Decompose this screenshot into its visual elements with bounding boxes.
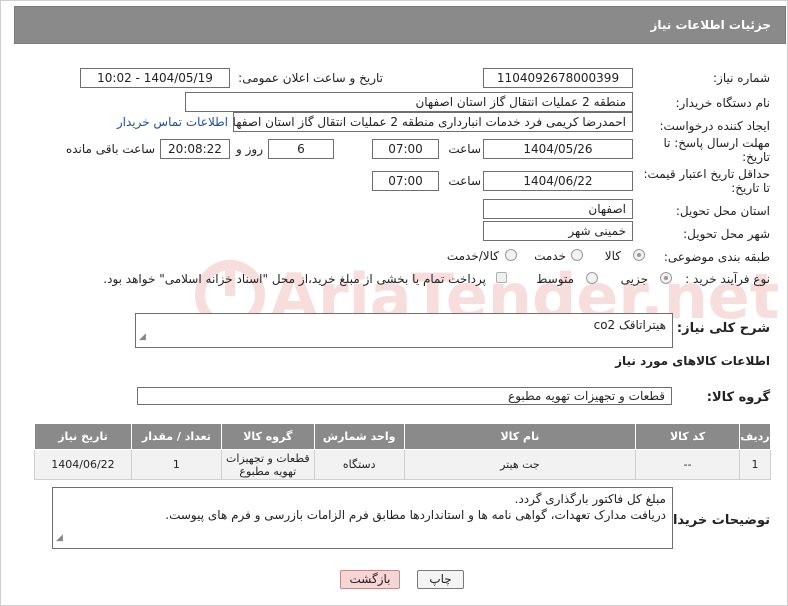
category-radio-service[interactable]: [571, 249, 583, 261]
deadline-label-2: تاریخ:: [742, 150, 770, 164]
cell-item-name: جت هیتر: [403, 449, 637, 480]
goods-table-header: ردیف کد کالا نام کالا واحد شمارش گروه کا…: [34, 423, 771, 450]
goods-table: ردیف کد کالا نام کالا واحد شمارش گروه کا…: [34, 423, 771, 480]
deadline-label-1: مهلت ارسال پاسخ: تا: [663, 136, 770, 150]
validity-label-1: حداقل تاریخ اعتبار قیمت:: [643, 167, 770, 181]
process-radio-minor[interactable]: [660, 272, 672, 284]
description-text: هیتراتاقک co2: [593, 318, 666, 332]
city-field[interactable]: خمینی شهر: [483, 221, 633, 241]
deadline-date-field[interactable]: 1404/05/26: [483, 139, 633, 159]
description-textarea[interactable]: هیتراتاقک co2 ◢: [135, 313, 673, 348]
province-field[interactable]: اصفهان: [483, 199, 633, 219]
buyer-notes-label: توضیحات خریدار:: [660, 513, 770, 528]
process-type-label: نوع فرآیند خرید :: [685, 272, 770, 286]
validity-date-field[interactable]: 1404/06/22: [483, 171, 633, 191]
description-label: شرح کلی نیاز:: [676, 321, 770, 336]
buyer-org-label: نام دستگاه خریدار:: [675, 96, 771, 110]
table-row: 1 -- جت هیتر دستگاه قطعات و تجهیزات تهوی…: [34, 449, 771, 480]
need-number-field[interactable]: 1104092678000399: [483, 68, 633, 88]
validity-time-label: ساعت: [448, 174, 481, 188]
buyer-org-field[interactable]: منطقه 2 عملیات انتقال گاز استان اصفهان: [185, 92, 633, 112]
resize-handle-icon[interactable]: ◢: [56, 530, 63, 546]
category-option-goods: کالا: [604, 249, 621, 263]
cell-need-date: 1404/06/22: [34, 449, 132, 480]
page-title: جزئیات اطلاعات نیاز: [650, 18, 771, 32]
col-item-name: نام کالا: [403, 423, 637, 450]
creator-label: ایجاد کننده درخواست:: [659, 119, 770, 133]
days-remaining-field[interactable]: 6: [268, 139, 334, 159]
page-header: جزئیات اطلاعات نیاز: [14, 6, 786, 44]
contact-info-link[interactable]: اطلاعات تماس خریدار: [117, 115, 228, 129]
back-button[interactable]: بازگشت: [340, 570, 400, 589]
buyer-notes-line-2: دریافت مدارک تعهدات، گواهی نامه ها و است…: [165, 508, 666, 522]
treasury-payment-note: پرداخت تمام یا بخشی از مبلغ خرید،از محل …: [103, 272, 486, 286]
validity-label-2: تا تاریخ:: [731, 181, 770, 195]
category-radio-goods[interactable]: [633, 249, 645, 261]
city-label: شهر محل تحویل:: [683, 227, 770, 241]
process-radio-medium[interactable]: [586, 272, 598, 284]
cell-group: قطعات و تجهیزات تهویه مطبوع: [220, 449, 315, 480]
col-unit: واحد شمارش: [313, 423, 405, 450]
validity-time-field[interactable]: 07:00: [372, 171, 439, 191]
resize-handle-icon[interactable]: ◢: [139, 329, 146, 345]
treasury-payment-checkbox[interactable]: [496, 272, 507, 283]
category-label: طبقه بندی موضوعی:: [663, 250, 770, 264]
announce-date-field[interactable]: 1404/05/19 - 10:02: [80, 68, 230, 88]
col-group: گروه کالا: [220, 423, 315, 450]
days-label: روز و: [236, 142, 263, 156]
creator-field[interactable]: احمدرضا کریمی فرد خدمات انبارداری منطقه …: [233, 112, 633, 132]
category-option-goods-service: کالا/خدمت: [446, 249, 499, 263]
category-option-service: خدمت: [534, 249, 566, 263]
col-quantity: تعداد / مقدار: [130, 423, 222, 450]
buyer-notes-textarea[interactable]: مبلغ کل فاکتور بارگذاری گردد. دریافت مدا…: [52, 487, 673, 549]
time-remaining-label: ساعت باقی مانده: [65, 142, 155, 156]
cell-row-number: 1: [739, 449, 771, 480]
process-option-medium: متوسط: [536, 272, 574, 286]
cell-unit: دستگاه: [313, 449, 405, 480]
goods-section-title: اطلاعات کالاهای مورد نیاز: [615, 354, 770, 368]
goods-group-label: گروه کالا:: [706, 390, 770, 405]
deadline-time-field[interactable]: 07:00: [372, 139, 439, 159]
time-remaining-field[interactable]: 20:08:22: [160, 139, 230, 159]
need-number-label: شماره نیاز:: [713, 71, 770, 85]
process-option-minor: جزیی: [620, 272, 648, 286]
cell-item-code: --: [635, 449, 741, 480]
print-button[interactable]: چاپ: [417, 570, 464, 589]
cell-quantity: 1: [130, 449, 222, 480]
province-label: استان محل تحویل:: [675, 204, 770, 218]
buyer-notes-line-1: مبلغ کل فاکتور بارگذاری گردد.: [514, 492, 666, 506]
col-row-number: ردیف: [739, 423, 771, 450]
deadline-time-label: ساعت: [448, 142, 481, 156]
announce-date-label: تاریخ و ساعت اعلان عمومی:: [238, 71, 383, 85]
col-need-date: تاریخ نیاز: [34, 423, 132, 450]
category-radio-goods-service[interactable]: [505, 249, 517, 261]
col-item-code: کد کالا: [635, 423, 741, 450]
goods-group-field[interactable]: قطعات و تجهیزات تهویه مطبوع: [137, 387, 672, 405]
